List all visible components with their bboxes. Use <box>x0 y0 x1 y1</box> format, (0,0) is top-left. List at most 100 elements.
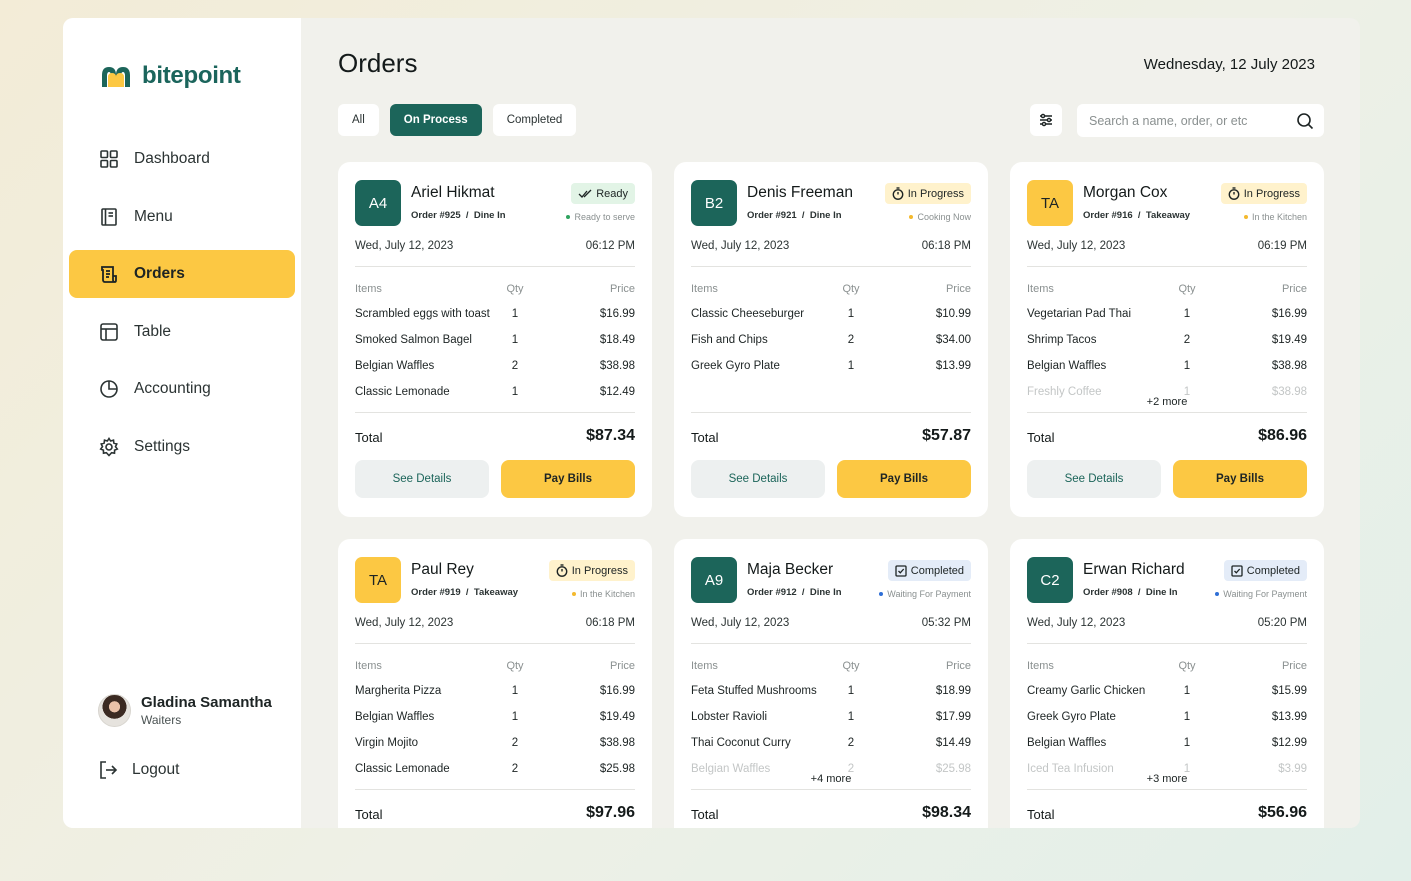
double-check-icon <box>578 189 592 198</box>
item-qty: 2 <box>1183 334 1191 346</box>
items-header: Items Qty Price <box>691 283 971 295</box>
items-header: Items Qty Price <box>1027 283 1307 295</box>
order-card[interactable]: C2 Erwan Richard Order #908 / Dine In Compl… <box>1010 539 1324 828</box>
order-date: Wed, July 12, 2023 <box>691 617 790 629</box>
total-value: $57.87 <box>922 427 971 444</box>
item-qty: 2 <box>847 334 855 346</box>
sidebar-item-settings[interactable]: Settings <box>69 423 295 471</box>
list-item: Smoked Salmon Bagel 1 $18.49 <box>355 334 635 346</box>
pie-chart-icon <box>98 378 120 400</box>
search-input[interactable] <box>1089 113 1296 128</box>
item-price: $12.49 <box>599 386 635 398</box>
order-card[interactable]: A4 Ariel Hikmat Order #925 / Dine In Ready R… <box>338 162 652 517</box>
divider <box>691 266 971 267</box>
order-date: Wed, July 12, 2023 <box>1027 617 1126 629</box>
order-time: 06:18 PM <box>921 240 971 252</box>
divider <box>1027 789 1307 790</box>
sidebar-item-label: Settings <box>134 437 191 455</box>
logo-text: bitepoint <box>142 62 241 89</box>
user-profile[interactable]: Gladina Samantha Waiters <box>98 694 272 727</box>
item-name: Lobster Ravioli <box>691 711 768 723</box>
item-price: $34.00 <box>935 334 971 346</box>
more-items-link[interactable]: +3 more <box>1010 773 1324 785</box>
order-time: 06:12 PM <box>585 240 635 252</box>
customer-name: Morgan Cox <box>1083 184 1168 201</box>
order-card[interactable]: B2 Denis Freeman Order #921 / Dine In In Pr… <box>674 162 988 517</box>
logo[interactable]: bitepoint <box>100 62 241 90</box>
stopwatch-icon <box>556 564 568 577</box>
more-items-link[interactable]: +2 more <box>1010 396 1324 408</box>
sidebar-item-orders[interactable]: Orders <box>69 250 295 298</box>
table-icon <box>98 321 120 343</box>
sidebar-item-menu[interactable]: Menu <box>69 193 295 241</box>
search-icon[interactable] <box>1296 112 1314 130</box>
logout-button[interactable]: Logout <box>98 760 179 780</box>
item-name: Thai Coconut Curry <box>691 737 791 749</box>
table-code-badge: C2 <box>1027 557 1073 603</box>
divider <box>355 789 635 790</box>
item-price: $16.99 <box>599 685 635 697</box>
divider <box>691 643 971 644</box>
total-label: Total <box>1027 430 1055 445</box>
item-price: $19.49 <box>1271 334 1307 346</box>
status-badge: Ready <box>571 183 635 204</box>
item-price: $38.98 <box>599 737 635 749</box>
logo-icon <box>102 67 130 87</box>
status-dot <box>879 592 884 596</box>
sidebar-item-dashboard[interactable]: Dashboard <box>69 135 295 183</box>
order-time: 06:18 PM <box>585 617 635 629</box>
order-date: Wed, July 12, 2023 <box>1027 240 1126 252</box>
item-price: $19.49 <box>599 711 635 723</box>
item-qty: 1 <box>1183 711 1191 723</box>
status-badge: Completed <box>1223 560 1307 581</box>
tab-completed[interactable]: Completed <box>492 104 577 136</box>
logout-label: Logout <box>132 761 180 778</box>
items-header: Items Qty Price <box>355 283 635 295</box>
search-bar <box>1077 104 1324 137</box>
pay-bills-button[interactable]: Pay Bills <box>1173 460 1307 498</box>
status-label: Ready <box>596 187 628 200</box>
item-price: $12.99 <box>1271 737 1307 749</box>
list-item: Belgian Waffles 1 $38.98 <box>1027 360 1307 372</box>
see-details-button[interactable]: See Details <box>355 460 489 498</box>
tab-all[interactable]: All <box>338 104 379 136</box>
items-col-label: Items <box>1027 283 1054 295</box>
order-time: 06:19 PM <box>1257 240 1307 252</box>
order-card[interactable]: TA Paul Rey Order #919 / Takeaway In Progre… <box>338 539 652 828</box>
list-item: Belgian Waffles 1 $19.49 <box>355 711 635 723</box>
items-col-label: Items <box>691 660 718 672</box>
see-details-button[interactable]: See Details <box>691 460 825 498</box>
avatar <box>98 694 131 727</box>
pay-bills-button[interactable]: Pay Bills <box>501 460 635 498</box>
price-col-label: Price <box>1281 283 1307 295</box>
order-card[interactable]: A9 Maja Becker Order #912 / Dine In Complet… <box>674 539 988 828</box>
items-header: Items Qty Price <box>355 660 635 672</box>
item-qty: 1 <box>511 308 519 320</box>
item-name: Margherita Pizza <box>355 685 442 697</box>
list-item: Greek Gyro Plate 1 $13.99 <box>691 360 971 372</box>
order-number: Order #921 <box>747 210 797 221</box>
sidebar-item-label: Dashboard <box>134 150 210 167</box>
logout-icon <box>100 761 118 779</box>
sidebar-item-accounting[interactable]: Accounting <box>69 365 295 413</box>
checkbox-icon <box>1231 564 1243 577</box>
order-time: 05:32 PM <box>921 617 971 629</box>
total-label: Total <box>691 430 719 445</box>
more-items-link[interactable]: +4 more <box>674 773 988 785</box>
item-qty: 1 <box>511 711 519 723</box>
sidebar-item-table[interactable]: Table <box>69 308 295 356</box>
pay-bills-button[interactable]: Pay Bills <box>837 460 971 498</box>
order-card[interactable]: TA Morgan Cox Order #916 / Takeaway In Prog… <box>1010 162 1324 517</box>
item-price: $25.98 <box>599 763 635 775</box>
status-label: In Progress <box>1243 187 1300 200</box>
filter-button[interactable] <box>1030 104 1062 136</box>
tab-on-process[interactable]: On Process <box>389 104 482 136</box>
substatus: Waiting For Payment <box>1215 589 1307 599</box>
item-price: $38.98 <box>1271 360 1307 372</box>
order-date: Wed, July 12, 2023 <box>355 617 454 629</box>
order-meta: Order #912 / Dine In <box>747 587 842 598</box>
price-col-label: Price <box>609 283 635 295</box>
customer-name: Paul Rey <box>411 561 474 578</box>
list-item: Margherita Pizza 1 $16.99 <box>355 685 635 697</box>
see-details-button[interactable]: See Details <box>1027 460 1161 498</box>
